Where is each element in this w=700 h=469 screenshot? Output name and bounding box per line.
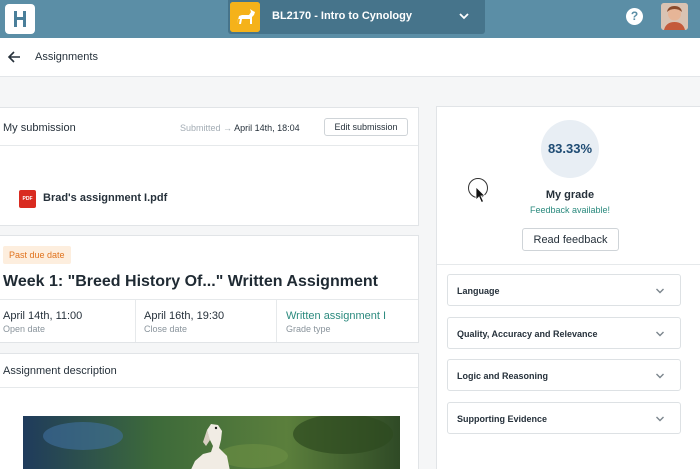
top-bar: BL2170 - Intro to Cynology ? <box>0 0 700 38</box>
open-date-label: Open date <box>3 324 46 334</box>
submitted-date: April 14th, 18:04 <box>234 123 300 133</box>
chevron-down-icon <box>656 416 664 422</box>
assignment-meta: April 14th, 11:00 Open date April 16th, … <box>0 299 419 342</box>
help-icon[interactable]: ? <box>626 8 643 25</box>
chevron-down-icon <box>656 288 664 294</box>
rubric-label: Language <box>457 286 500 296</box>
chevron-down-icon <box>656 373 664 379</box>
rubric-list: Language Quality, Accuracy and Relevance… <box>437 264 700 469</box>
chevron-down-icon <box>656 331 664 337</box>
status-arrow: → <box>223 123 233 133</box>
rubric-label: Logic and Reasoning <box>457 371 549 381</box>
grade-type-link[interactable]: Written assignment I <box>286 310 386 322</box>
logo-icon[interactable] <box>5 4 35 34</box>
open-date-value: April 14th, 11:00 <box>3 310 83 322</box>
breadcrumb: Assignments <box>0 38 700 77</box>
status-badge: Past due date <box>3 246 71 264</box>
submission-header: My submission Submitted → April 14th, 18… <box>0 108 418 146</box>
chevron-down-icon <box>459 13 469 20</box>
feedback-available-note: Feedback available! <box>529 205 611 215</box>
description-card: Assignment description <box>0 353 419 469</box>
submission-title: My submission <box>3 122 76 134</box>
rubric-item-evidence[interactable]: Supporting Evidence <box>447 402 681 434</box>
meta-close-date: April 16th, 19:30 Close date <box>141 300 277 342</box>
rubric-item-logic[interactable]: Logic and Reasoning <box>447 359 681 391</box>
breadcrumb-assignments[interactable]: Assignments <box>35 51 98 63</box>
cursor-arrow-icon <box>475 186 486 204</box>
dog-icon <box>230 2 260 32</box>
description-title: Assignment description <box>3 365 117 377</box>
meta-open-date: April 14th, 11:00 Open date <box>0 300 136 342</box>
grade-type-label: Grade type <box>286 324 331 334</box>
arrow-left-icon[interactable] <box>7 50 21 64</box>
submission-card: My submission Submitted → April 14th, 18… <box>0 107 419 226</box>
assignment-info-card: Past due date Week 1: "Breed History Of.… <box>0 235 419 343</box>
edit-submission-button[interactable]: Edit submission <box>324 118 408 136</box>
rubric-label: Quality, Accuracy and Relevance <box>457 329 598 339</box>
grade-value: 83.33% <box>541 120 599 178</box>
pdf-file-icon: PDF <box>19 190 36 208</box>
close-date-label: Close date <box>144 324 188 334</box>
course-selector[interactable]: BL2170 - Intro to Cynology <box>228 0 485 34</box>
page-title: Week 1: "Breed History Of..." Written As… <box>3 273 378 290</box>
submission-status: Submitted → April 14th, 18:04 <box>180 123 300 133</box>
course-title: BL2170 - Intro to Cynology <box>272 10 412 22</box>
avatar[interactable] <box>661 3 688 30</box>
rubric-item-quality[interactable]: Quality, Accuracy and Relevance <box>447 317 681 349</box>
grade-panel: 83.33% My grade Feedback available! Read… <box>436 106 700 469</box>
meta-grade-type: Written assignment I Grade type <box>283 300 419 342</box>
rubric-item-language[interactable]: Language <box>447 274 681 306</box>
submission-file-link[interactable]: Brad's assignment I.pdf <box>43 192 167 204</box>
read-feedback-button[interactable]: Read feedback <box>522 228 619 251</box>
submitted-label: Submitted <box>180 123 221 133</box>
close-date-value: April 16th, 19:30 <box>144 310 225 322</box>
description-image <box>23 416 400 469</box>
rubric-label: Supporting Evidence <box>457 414 548 424</box>
description-header: Assignment description <box>0 354 418 388</box>
